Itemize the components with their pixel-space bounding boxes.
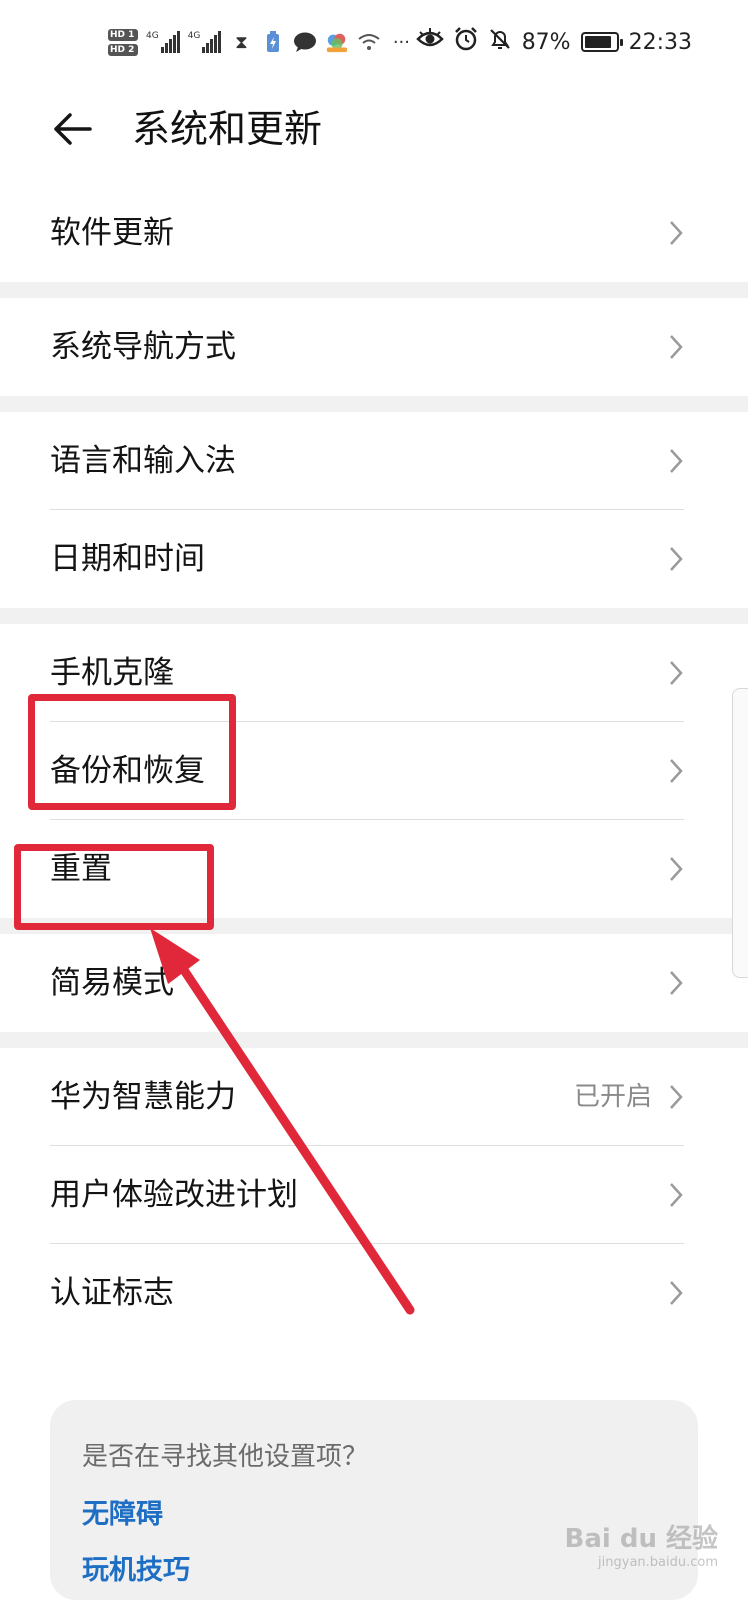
watermark-url: jingyan.baidu.com xyxy=(598,1555,718,1570)
annotation-arrow xyxy=(150,928,415,1315)
watermark-logo: Bai du 经验 jingyan.baidu.com xyxy=(565,1518,719,1570)
watermark-brand: Bai du 经验 xyxy=(564,1524,719,1554)
